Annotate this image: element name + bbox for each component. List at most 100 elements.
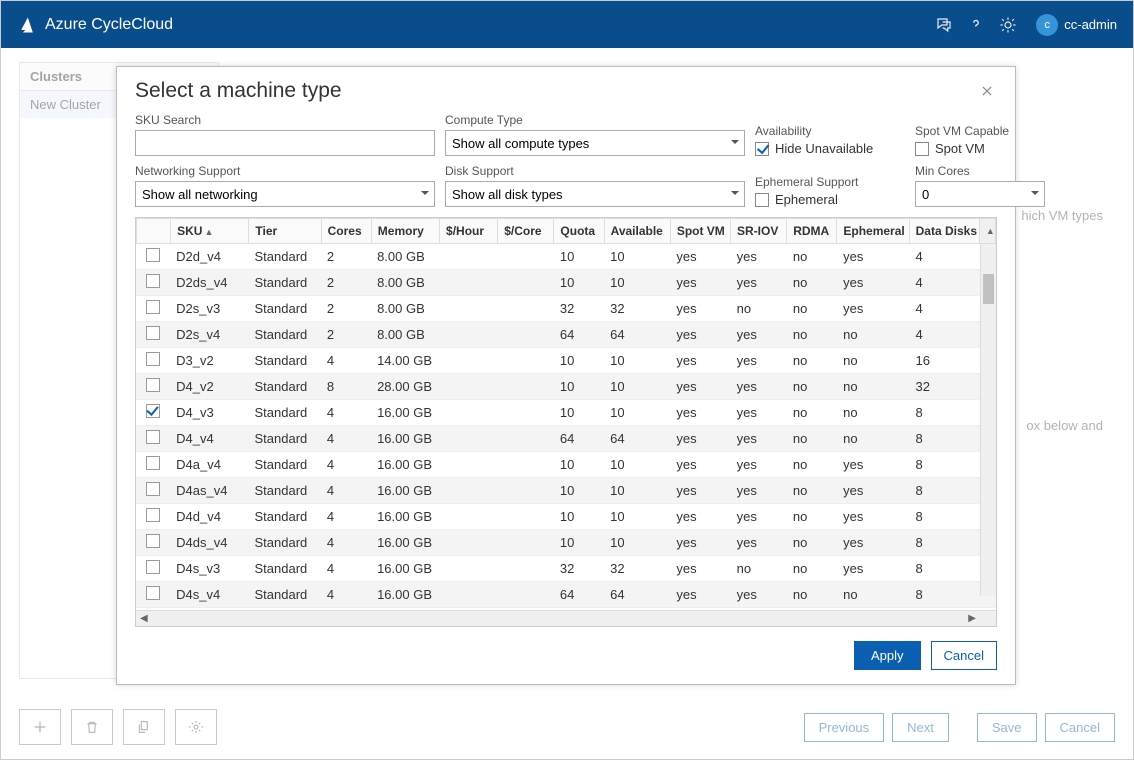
networking-select[interactable]	[135, 181, 435, 207]
row-checkbox[interactable]	[146, 560, 160, 574]
spot-vm-text: Spot VM	[935, 141, 985, 156]
cell-quota: 10	[554, 348, 604, 374]
cell-price-hour	[439, 556, 497, 582]
hide-unavailable-checkbox[interactable]: Hide Unavailable	[755, 141, 905, 156]
cell-memory: 16.00 GB	[371, 530, 439, 556]
table-row[interactable]: D2s_v3Standard28.00 GB3232yesnonoyes4	[136, 296, 996, 322]
row-checkbox[interactable]	[146, 274, 160, 288]
table-row[interactable]: D4_v3Standard416.00 GB1010yesyesnono8	[136, 400, 996, 426]
cell-disks: 4	[909, 322, 979, 348]
table-row[interactable]: D2s_v4Standard28.00 GB6464yesyesnono4	[136, 322, 996, 348]
col-sku[interactable]: SKU▲	[171, 219, 249, 244]
cell-ephemeral: yes	[837, 478, 909, 504]
table-row[interactable]: D4s_v4Standard416.00 GB6464yesyesnono8	[136, 582, 996, 608]
cell-available: 10	[604, 452, 670, 478]
table-row[interactable]: D4a_v4Standard416.00 GB1010yesyesnoyes8	[136, 452, 996, 478]
table-row[interactable]: D2ds_v4Standard28.00 GB1010yesyesnoyes4	[136, 270, 996, 296]
cell-spot: yes	[670, 452, 730, 478]
cell-price-hour	[439, 244, 497, 270]
scroll-right-icon[interactable]: ▶	[968, 613, 976, 624]
apply-button[interactable]: Apply	[854, 641, 921, 670]
row-checkbox[interactable]	[146, 586, 160, 600]
row-checkbox[interactable]	[146, 430, 160, 444]
cell-price-core	[498, 322, 554, 348]
col-price-core[interactable]: $/Core	[498, 219, 554, 244]
min-cores-select[interactable]	[915, 181, 1045, 207]
row-checkbox[interactable]	[146, 352, 160, 366]
cell-price-hour	[439, 348, 497, 374]
cell-memory: 8.00 GB	[371, 270, 439, 296]
col-ephemeral[interactable]: Ephemeral	[837, 219, 909, 244]
cell-price-hour	[439, 400, 497, 426]
cell-tier: Standard	[249, 530, 321, 556]
table-row[interactable]: D4as_v4Standard416.00 GB1010yesyesnoyes8	[136, 478, 996, 504]
compute-type-select[interactable]	[445, 130, 745, 156]
row-checkbox[interactable]	[146, 456, 160, 470]
col-available[interactable]: Available	[604, 219, 670, 244]
cancel-button[interactable]: Cancel	[931, 641, 997, 670]
col-tier[interactable]: Tier	[249, 219, 321, 244]
cell-quota: 10	[554, 452, 604, 478]
vertical-scrollbar[interactable]	[980, 244, 996, 596]
row-checkbox[interactable]	[146, 326, 160, 340]
scroll-left-icon[interactable]: ◀	[140, 613, 148, 624]
row-checkbox[interactable]	[146, 482, 160, 496]
cell-memory: 14.00 GB	[371, 348, 439, 374]
row-checkbox[interactable]	[146, 300, 160, 314]
checkbox-icon	[755, 142, 769, 156]
cell-price-hour	[439, 478, 497, 504]
table-row[interactable]: D4d_v4Standard416.00 GB1010yesyesnoyes8	[136, 504, 996, 530]
horizontal-scrollbar[interactable]: ◀ ▶	[136, 610, 996, 626]
cell-memory: 16.00 GB	[371, 504, 439, 530]
row-checkbox[interactable]	[146, 508, 160, 522]
ephemeral-checkbox[interactable]: Ephemeral	[755, 192, 905, 207]
col-disks[interactable]: Data Disks	[909, 219, 979, 244]
cell-available: 64	[604, 582, 670, 608]
feedback-icon[interactable]	[928, 9, 960, 41]
help-icon[interactable]	[960, 9, 992, 41]
col-price-hour[interactable]: $/Hour	[440, 219, 498, 244]
col-sriov[interactable]: SR-IOV	[731, 219, 787, 244]
cell-sku: D2d_v4	[170, 244, 248, 270]
disk-select[interactable]	[445, 181, 745, 207]
cell-disks: 8	[909, 400, 979, 426]
cell-cores: 4	[321, 556, 371, 582]
cell-ephemeral: no	[837, 582, 909, 608]
cell-sku: D2ds_v4	[170, 270, 248, 296]
close-icon[interactable]	[977, 81, 997, 101]
table-row[interactable]: D4_v2Standard828.00 GB1010yesyesnono32	[136, 374, 996, 400]
row-checkbox[interactable]	[146, 378, 160, 392]
scrollbar-thumb[interactable]	[983, 274, 994, 304]
cell-tier: Standard	[249, 556, 321, 582]
table-row[interactable]: D2d_v4Standard28.00 GB1010yesyesnoyes4	[136, 244, 996, 270]
row-checkbox[interactable]	[146, 248, 160, 262]
col-cores[interactable]: Cores	[321, 219, 371, 244]
cell-price-core	[498, 244, 554, 270]
cell-sriov: yes	[731, 400, 787, 426]
col-quota[interactable]: Quota	[554, 219, 604, 244]
row-checkbox[interactable]	[146, 534, 160, 548]
gear-icon[interactable]	[992, 9, 1024, 41]
table-row[interactable]: D4s_v3Standard416.00 GB3232yesnonoyes8	[136, 556, 996, 582]
cell-sriov: yes	[731, 348, 787, 374]
cell-price-core	[498, 556, 554, 582]
col-memory[interactable]: Memory	[371, 219, 439, 244]
cell-ephemeral: yes	[837, 530, 909, 556]
cell-price-core	[498, 582, 554, 608]
cell-tier: Standard	[249, 504, 321, 530]
cell-price-core	[498, 478, 554, 504]
cell-ephemeral: yes	[837, 244, 909, 270]
spot-vm-checkbox[interactable]: Spot VM	[915, 141, 1045, 156]
col-rdma[interactable]: RDMA	[787, 219, 837, 244]
row-checkbox[interactable]	[146, 404, 160, 418]
sku-search-input[interactable]	[135, 130, 435, 156]
sort-asc-icon: ▲	[204, 227, 213, 237]
table-row[interactable]: D4ds_v4Standard416.00 GB1010yesyesnoyes8	[136, 530, 996, 556]
cell-cores: 2	[321, 270, 371, 296]
cell-spot: yes	[670, 374, 730, 400]
avatar[interactable]: c	[1036, 14, 1058, 36]
col-spot[interactable]: Spot VM	[670, 219, 730, 244]
col-select[interactable]	[137, 219, 171, 244]
table-row[interactable]: D3_v2Standard414.00 GB1010yesyesnono16	[136, 348, 996, 374]
table-row[interactable]: D4_v4Standard416.00 GB6464yesyesnono8	[136, 426, 996, 452]
